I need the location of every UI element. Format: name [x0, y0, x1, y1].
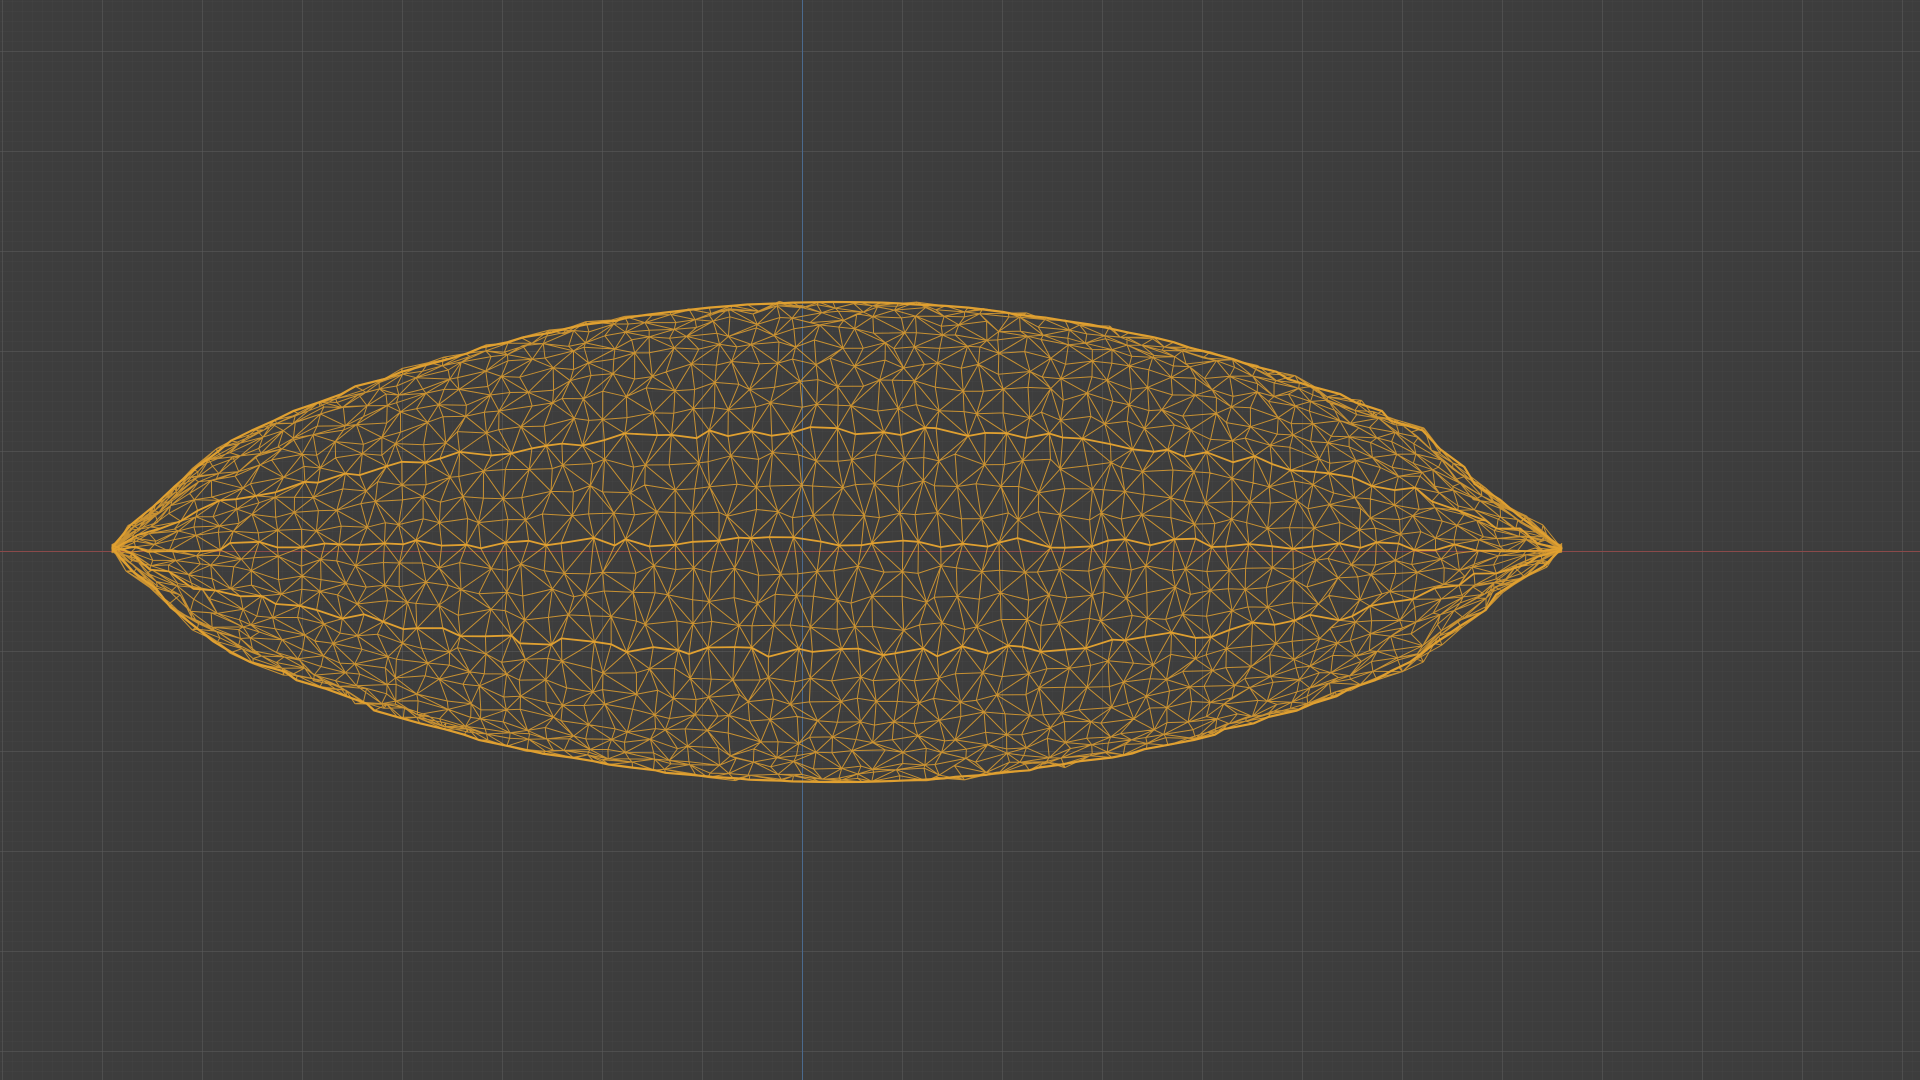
3d-viewport[interactable] [0, 0, 1920, 1080]
mesh-triangles [111, 300, 1563, 783]
mesh-wireframe[interactable] [0, 0, 1920, 1080]
mesh-edges [111, 300, 1563, 784]
